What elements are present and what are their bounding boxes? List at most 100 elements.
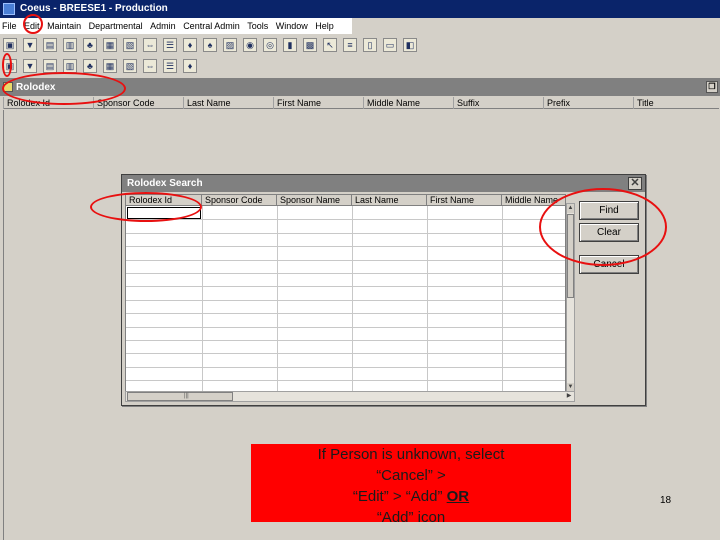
person-icon[interactable]: ▦ xyxy=(103,38,117,52)
subcontract-icon[interactable]: ☰ xyxy=(163,38,177,52)
column-header-first-name[interactable]: First Name xyxy=(273,97,321,109)
grid-column-line xyxy=(502,206,503,392)
arrow-down-icon[interactable]: ▼ xyxy=(23,38,37,52)
rolodex-title: Rolodex xyxy=(16,82,56,93)
column-header-rolodex-id[interactable]: Rolodex Id xyxy=(126,195,202,206)
column-header-suffix[interactable]: Suffix xyxy=(453,97,479,109)
search-dialog-title: Rolodex Search xyxy=(127,178,203,189)
copy-icon[interactable]: ♣ xyxy=(83,59,97,73)
window-icon[interactable]: ▭ xyxy=(383,38,397,52)
grid-row-line xyxy=(126,366,565,368)
column-header-sponsor-name[interactable]: Sponsor Name xyxy=(277,195,352,206)
grid-row-line xyxy=(126,299,565,301)
column-header-sponsor-code[interactable]: Sponsor Code xyxy=(93,97,155,109)
grid-row-line xyxy=(126,380,565,382)
open-icon[interactable]: ▣ xyxy=(3,38,17,52)
clear-button[interactable]: Clear xyxy=(579,223,639,242)
callout-line-1: If Person is unknown, select xyxy=(317,446,505,463)
grid-row-line xyxy=(126,246,565,248)
horizontal-scroll-thumb[interactable] xyxy=(127,392,233,401)
exit-icon[interactable]: ◧ xyxy=(403,38,417,52)
menu-departmental[interactable]: Departmental xyxy=(87,18,146,34)
close-icon[interactable]: ✕ xyxy=(628,177,642,190)
new-icon[interactable]: ▣ xyxy=(3,59,17,73)
rolodex-title-bar: Rolodex ❐ xyxy=(0,79,720,96)
menu-file[interactable]: File xyxy=(0,18,20,34)
column-header-sponsor-code[interactable]: Sponsor Code xyxy=(202,195,277,206)
column-header-last-name[interactable]: Last Name xyxy=(352,195,427,206)
notes-icon[interactable]: ♦ xyxy=(183,59,197,73)
scroll-up-icon[interactable]: ▲ xyxy=(567,204,574,213)
edit-pencil-icon[interactable]: ▥ xyxy=(63,59,77,73)
cancel-button[interactable]: Cancel xyxy=(579,255,639,274)
organization-icon[interactable]: ♦ xyxy=(183,38,197,52)
columns-icon[interactable]: ▯ xyxy=(363,38,377,52)
window-title-bar: Coeus - BREESE1 - Production xyxy=(0,0,720,18)
callout-line-3-prefix: “Edit” > “Add” xyxy=(352,488,447,505)
grid-column-line xyxy=(277,206,278,392)
medusa-icon[interactable]: ▧ xyxy=(123,38,137,52)
user-icon[interactable]: ◉ xyxy=(243,38,257,52)
secondary-toolbar: ▣ ▼ ▤ ▥ ♣ ▦ ▧ ⇔ ☰ ♦ xyxy=(0,56,210,76)
cursor-icon[interactable]: ↖ xyxy=(323,38,337,52)
grid-row-line xyxy=(126,326,565,328)
grid-row-line xyxy=(126,259,565,261)
horizontal-scrollbar[interactable]: ||| ▶ xyxy=(125,391,575,402)
menu-central-admin[interactable]: Central Admin xyxy=(181,18,243,34)
rolodex-icon[interactable]: ▼ xyxy=(23,59,37,73)
unit-icon[interactable]: ▮ xyxy=(283,38,297,52)
award-icon[interactable]: ♣ xyxy=(83,38,97,52)
menu-admin[interactable]: Admin xyxy=(148,18,179,34)
callout-line-2: “Cancel” > xyxy=(376,467,446,484)
negotiation-icon[interactable]: ⇔ xyxy=(143,38,157,52)
scroll-right-icon[interactable]: ▶ xyxy=(565,392,573,401)
restore-icon[interactable]: ❐ xyxy=(706,81,718,93)
grid-row-line xyxy=(126,286,565,288)
calculator-icon[interactable]: ▤ xyxy=(43,59,57,73)
column-header-title[interactable]: Title xyxy=(633,97,654,109)
grid-row-line xyxy=(126,232,565,234)
table-icon[interactable]: ▧ xyxy=(123,59,137,73)
column-header-first-name[interactable]: First Name xyxy=(427,195,502,206)
find-button[interactable]: Find xyxy=(579,201,639,220)
vertical-scrollbar[interactable]: ▲ ▼ xyxy=(566,203,575,393)
instruction-callout: If Person is unknown, select “Cancel” > … xyxy=(251,444,571,522)
column-header-rolodex-id[interactable]: Rolodex Id xyxy=(3,97,50,109)
coeus-app-icon xyxy=(3,3,15,15)
column-header-prefix[interactable]: Prefix xyxy=(543,97,570,109)
rolodex-table-header: Rolodex Id Sponsor Code Last Name First … xyxy=(3,97,719,109)
grid-column-line xyxy=(352,206,353,392)
printer-icon[interactable]: ▩ xyxy=(303,38,317,52)
column-header-middle-name[interactable]: Middle Name xyxy=(363,97,420,109)
rolodex-card-icon[interactable]: ▨ xyxy=(223,38,237,52)
proposal-icon[interactable]: ▤ xyxy=(43,38,57,52)
menu-edit[interactable]: Edit xyxy=(22,18,43,34)
search-results-table: Rolodex Id Sponsor Code Sponsor Name Las… xyxy=(125,194,566,393)
menu-window[interactable]: Window xyxy=(274,18,311,34)
menu-help[interactable]: Help xyxy=(313,18,337,34)
grid-column-line xyxy=(427,206,428,392)
search-dialog-title-bar: Rolodex Search ✕ xyxy=(122,175,645,192)
list-icon[interactable]: ≡ xyxy=(343,38,357,52)
vertical-scroll-thumb[interactable] xyxy=(567,214,574,298)
rolodex-id-input-cell[interactable] xyxy=(127,207,201,219)
menu-maintain[interactable]: Maintain xyxy=(45,18,84,34)
column-header-last-name[interactable]: Last Name xyxy=(183,97,231,109)
column-header-middle-name[interactable]: Middle Name xyxy=(502,195,565,206)
query-icon[interactable]: ⇔ xyxy=(143,59,157,73)
save-icon[interactable]: ☰ xyxy=(163,59,177,73)
slide: Coeus - BREESE1 - Production File Edit M… xyxy=(0,0,720,540)
grid-row-line xyxy=(126,273,565,274)
globe-icon[interactable]: ◎ xyxy=(263,38,277,52)
grid-column-line xyxy=(202,206,203,392)
slide-number: 18 xyxy=(660,495,672,506)
search-results-grid xyxy=(126,206,565,392)
sponsor-icon[interactable]: ♠ xyxy=(203,38,217,52)
grid-icon[interactable]: ▦ xyxy=(103,59,117,73)
menu-tools[interactable]: Tools xyxy=(245,18,271,34)
search-table-header: Rolodex Id Sponsor Code Sponsor Name Las… xyxy=(126,195,565,206)
budget-icon[interactable]: ▥ xyxy=(63,38,77,52)
menu-bar: File Edit Maintain Departmental Admin Ce… xyxy=(0,18,352,34)
callout-line-3: “Edit” > “Add” OR xyxy=(251,486,571,507)
grid-row-line xyxy=(126,219,565,221)
